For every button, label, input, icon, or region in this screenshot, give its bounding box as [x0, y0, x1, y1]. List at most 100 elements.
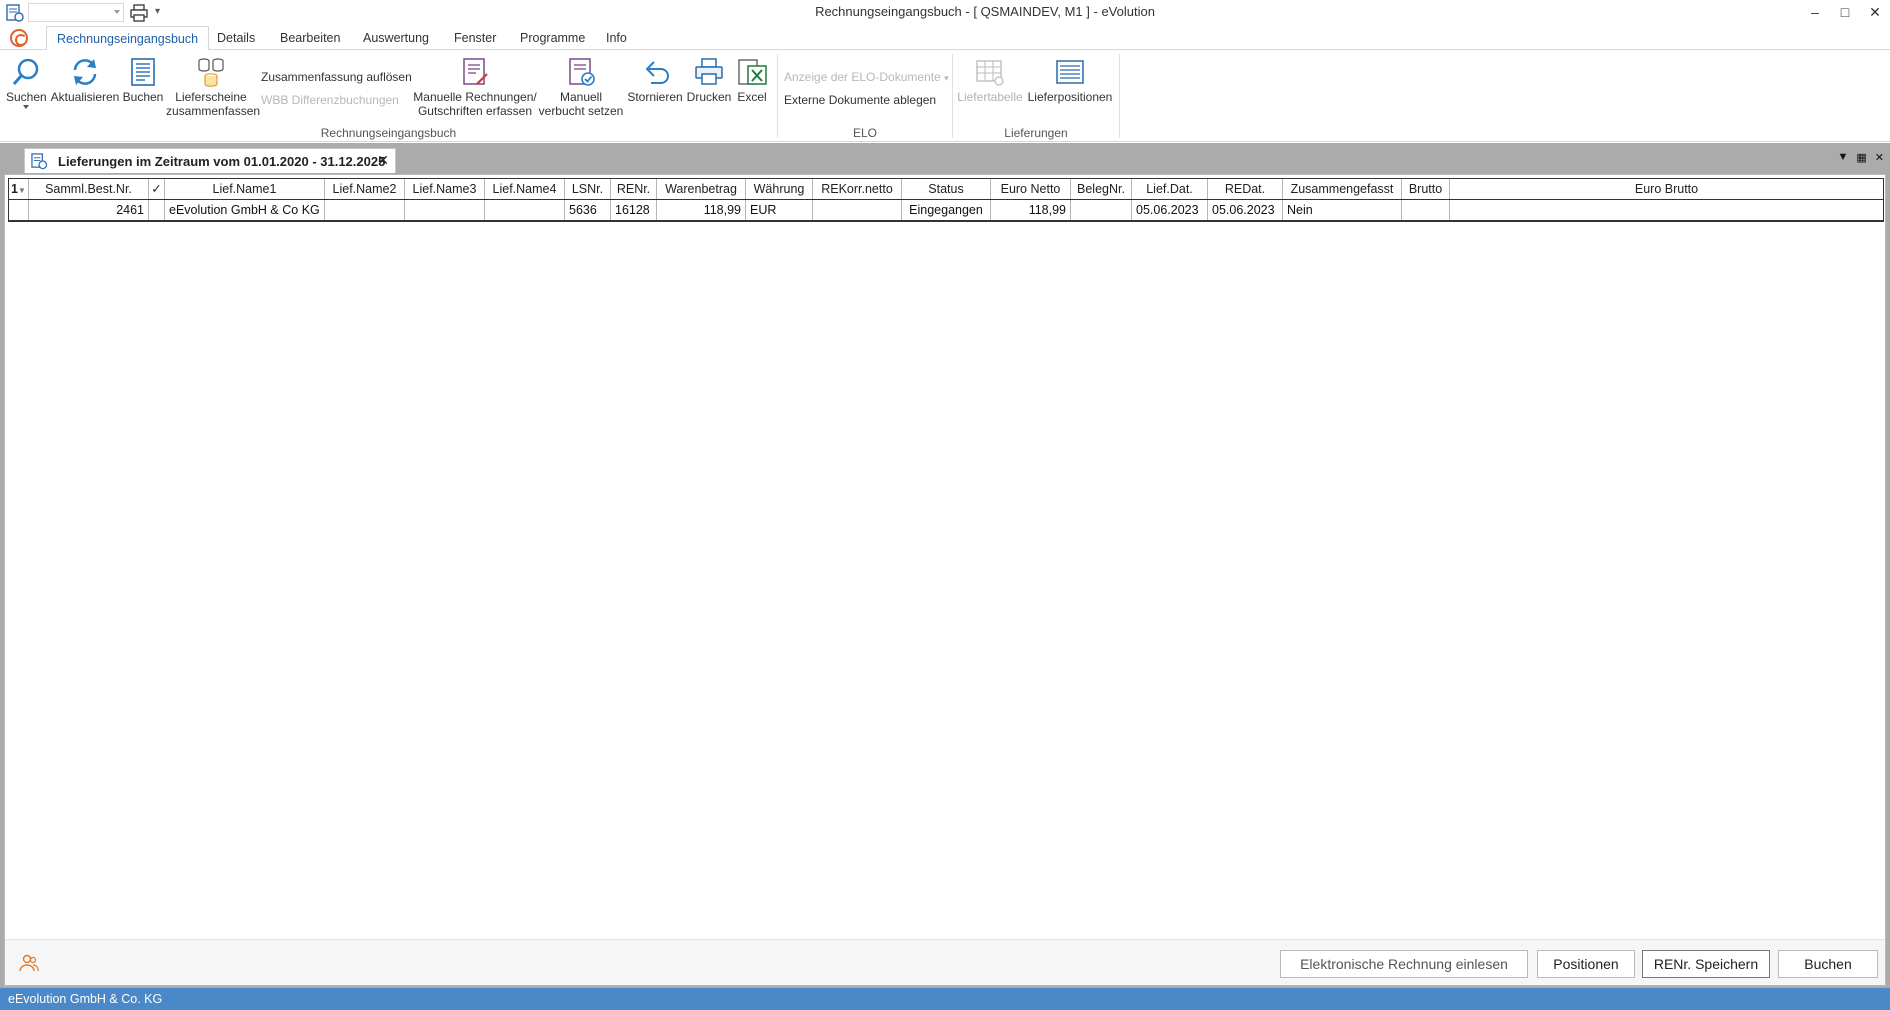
- book-icon: [131, 58, 155, 86]
- status-company: eEvolution GmbH & Co. KG: [8, 992, 163, 1006]
- renr-speichern-button[interactable]: RENr. Speichern: [1642, 950, 1770, 978]
- drucken-button[interactable]: Drucken: [686, 56, 732, 104]
- invoice-edit-icon: [463, 58, 488, 85]
- cell-lief-dat: 05.06.2023: [1132, 200, 1208, 220]
- cell-lief-name2: [325, 200, 405, 220]
- col-header-belegnr[interactable]: BelegNr.: [1071, 179, 1132, 199]
- tab-programme[interactable]: Programme: [510, 26, 595, 50]
- lieferpositionen-label: Lieferpositionen: [1027, 90, 1113, 104]
- lieferpositionen-button[interactable]: Lieferpositionen: [1026, 56, 1114, 104]
- cell-euro-brutto: [1450, 200, 1883, 220]
- table-check-icon: [976, 60, 1004, 86]
- aktualisieren-button[interactable]: Aktualisieren: [50, 56, 120, 104]
- sort-desc-icon: ▼: [17, 186, 26, 195]
- cell-renr[interactable]: 16128: [611, 200, 657, 220]
- lieferscheine-label-1: Lieferscheine: [175, 90, 247, 104]
- anzeige-elo-dokumente-dropdown[interactable]: Anzeige der ELO-Dokumente ▾: [784, 70, 949, 84]
- table-row[interactable]: 2461 eEvolution GmbH & Co KG 5636 16128 …: [8, 200, 1884, 222]
- cell-euro-netto: 118,99: [991, 200, 1071, 220]
- close-tab-button[interactable]: ✕: [377, 152, 389, 169]
- grid-header: 1▼ Samml.Best.Nr. ✓ Lief.Name1 Lief.Name…: [8, 178, 1884, 200]
- col-header-lief-name1[interactable]: Lief.Name1: [165, 179, 325, 199]
- manuelle-rechnungen-button[interactable]: Manuelle Rechnungen/ Gutschriften erfass…: [410, 56, 540, 118]
- chevron-down-icon: [23, 105, 29, 109]
- cell-lsnr: 5636: [565, 200, 611, 220]
- tab-rechnungseingangsbuch[interactable]: Rechnungseingangsbuch: [46, 26, 210, 51]
- lieferscheine-zusammenfassen-button[interactable]: Lieferscheine zusammenfassen: [166, 56, 260, 118]
- col-header-lief-name4[interactable]: Lief.Name4: [485, 179, 565, 199]
- col-header-waehrung[interactable]: Währung: [746, 179, 813, 199]
- refresh-icon: [73, 59, 97, 85]
- col-header-rekorr-netto[interactable]: REKorr.netto: [813, 179, 902, 199]
- minimize-button[interactable]: –: [1800, 0, 1830, 24]
- col-header-euro-brutto[interactable]: Euro Brutto: [1450, 179, 1883, 199]
- stornieren-button[interactable]: Stornieren: [626, 56, 684, 104]
- cell-lief-name1: eEvolution GmbH & Co KG: [165, 200, 325, 220]
- row-selector[interactable]: [9, 200, 29, 220]
- tab-details[interactable]: Details: [207, 26, 265, 50]
- cell-check[interactable]: [149, 200, 165, 220]
- tab-bearbeiten[interactable]: Bearbeiten: [270, 26, 350, 50]
- col-header-euro-netto[interactable]: Euro Netto: [991, 179, 1071, 199]
- status-bar: eEvolution GmbH & Co. KG: [0, 988, 1890, 1010]
- col-header-lief-name3[interactable]: Lief.Name3: [405, 179, 485, 199]
- group-label-elo: ELO: [852, 126, 877, 140]
- document-tab[interactable]: Lieferungen im Zeitraum vom 01.01.2020 -…: [24, 148, 396, 173]
- col-header-check[interactable]: ✓: [149, 179, 165, 199]
- drucken-label: Drucken: [686, 90, 732, 104]
- document-tab-title: Lieferungen im Zeitraum vom 01.01.2020 -…: [58, 154, 386, 169]
- app-menu-orb-icon[interactable]: [10, 29, 28, 47]
- database-merge-icon: [198, 58, 224, 87]
- tab-list-dropdown-icon[interactable]: ▼: [1837, 151, 1848, 164]
- document-panel: 1▼ Samml.Best.Nr. ✓ Lief.Name1 Lief.Name…: [4, 174, 1886, 986]
- positionen-button[interactable]: Positionen: [1537, 950, 1635, 978]
- anzeige-elo-label: Anzeige der ELO-Dokumente: [784, 70, 941, 84]
- close-document-icon[interactable]: ✕: [1875, 151, 1884, 164]
- sort-indicator[interactable]: 1▼: [9, 179, 29, 199]
- lieferscheine-label-2: zusammenfassen: [166, 104, 261, 118]
- buchen-button[interactable]: Buchen: [1778, 950, 1878, 978]
- liefertabelle-button[interactable]: Liefertabelle: [955, 56, 1025, 104]
- col-header-renr[interactable]: RENr.: [611, 179, 657, 199]
- col-header-lsnr[interactable]: LSNr.: [565, 179, 611, 199]
- bottom-button-bar: Elektronische Rechnung einlesen Position…: [5, 939, 1885, 985]
- users-icon[interactable]: [19, 954, 39, 972]
- excel-label: Excel: [737, 90, 767, 104]
- zusammenfassung-aufloesen-button[interactable]: Zusammenfassung auflösen: [261, 70, 412, 84]
- col-header-redat[interactable]: REDat.: [1208, 179, 1283, 199]
- col-header-warenbetrag[interactable]: Warenbetrag: [657, 179, 746, 199]
- sort-priority: 1: [11, 182, 18, 196]
- tab-fenster[interactable]: Fenster: [444, 26, 506, 50]
- suchen-button[interactable]: Suchen: [6, 56, 47, 109]
- manuell-verbucht-label-1: Manuell: [559, 90, 603, 104]
- excel-button[interactable]: Excel: [734, 56, 770, 104]
- elektronische-rechnung-einlesen-button[interactable]: Elektronische Rechnung einlesen: [1280, 950, 1528, 978]
- externe-dokumente-ablegen-button[interactable]: Externe Dokumente ablegen: [784, 93, 936, 107]
- list-table-icon: [1056, 60, 1084, 84]
- col-header-lief-name2[interactable]: Lief.Name2: [325, 179, 405, 199]
- manuell-verbucht-setzen-button[interactable]: Manuell verbucht setzen: [536, 56, 626, 118]
- col-header-zusammengefasst[interactable]: Zusammengefasst: [1283, 179, 1402, 199]
- document-controls: ▼ ▦ ✕: [1837, 151, 1884, 164]
- suchen-label: Suchen: [6, 90, 47, 104]
- undo-icon: [645, 61, 669, 84]
- manuelle-rechnungen-label-1: Manuelle Rechnungen/: [413, 90, 537, 104]
- manuell-verbucht-label-2: verbucht setzen: [538, 104, 624, 118]
- wbb-differenzbuchungen-button[interactable]: WBB Differenzbuchungen: [261, 93, 399, 107]
- document-check-icon: [569, 58, 595, 86]
- col-header-brutto[interactable]: Brutto: [1402, 179, 1450, 199]
- tab-auswertung[interactable]: Auswertung: [353, 26, 439, 50]
- printer-icon: [695, 58, 723, 85]
- group-separator: [1119, 54, 1120, 138]
- maximize-button[interactable]: □: [1830, 0, 1860, 24]
- tab-info[interactable]: Info: [596, 26, 637, 50]
- col-header-lief-dat[interactable]: Lief.Dat.: [1132, 179, 1208, 199]
- cell-belegnr: [1071, 200, 1132, 220]
- manuelle-rechnungen-label-2: Gutschriften erfassen: [417, 104, 533, 118]
- buchen-ribbon-button[interactable]: Buchen: [122, 56, 164, 104]
- close-window-button[interactable]: ✕: [1860, 0, 1890, 24]
- col-header-samml-best-nr[interactable]: Samml.Best.Nr.: [29, 179, 149, 199]
- layout-icon[interactable]: ▦: [1856, 151, 1866, 164]
- col-header-status[interactable]: Status: [902, 179, 991, 199]
- group-label-rechnungseingangsbuch: Rechnungseingangsbuch: [320, 126, 457, 140]
